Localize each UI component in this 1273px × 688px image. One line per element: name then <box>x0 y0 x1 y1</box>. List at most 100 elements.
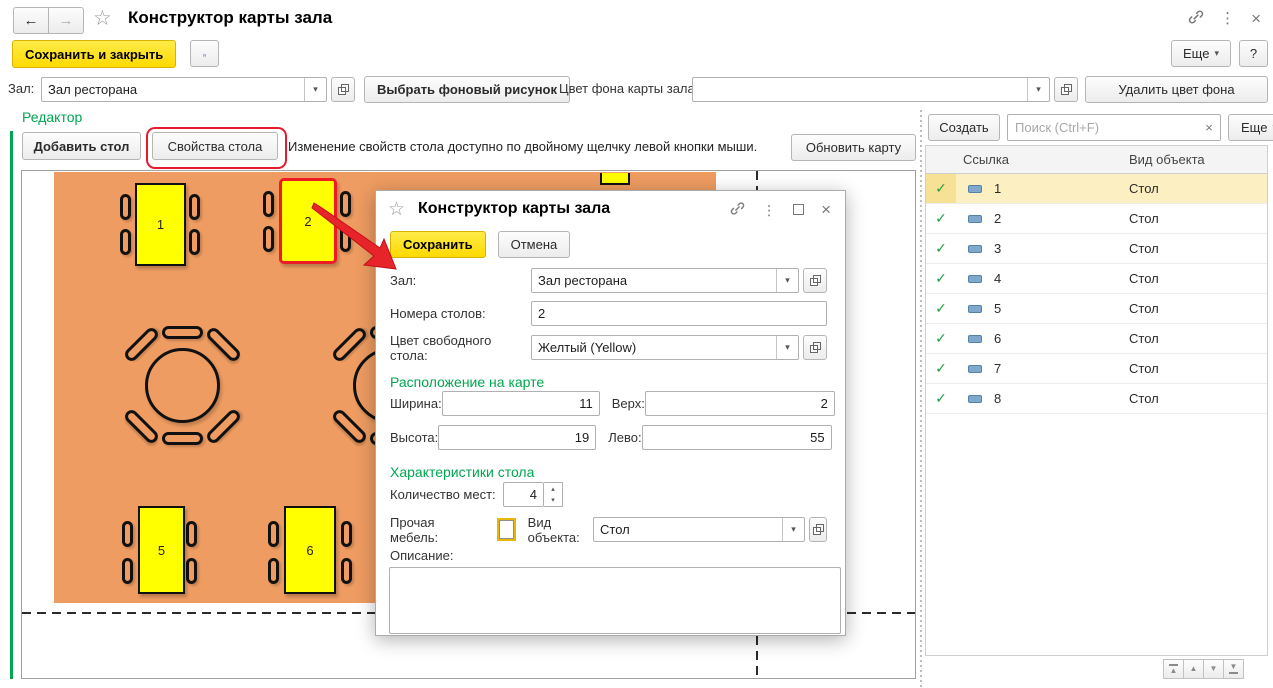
width-input[interactable] <box>443 396 599 411</box>
map-table-6[interactable]: 6 <box>284 506 336 594</box>
create-button[interactable]: Создать <box>928 114 1000 141</box>
favorite-star-icon[interactable]: ☆ <box>388 198 405 221</box>
help-button[interactable]: ? <box>1239 40 1268 67</box>
save-button[interactable] <box>190 40 219 67</box>
row-ref-cell[interactable]: 7 <box>956 354 1121 383</box>
hall-choose-button[interactable] <box>331 77 355 102</box>
row-ref-cell[interactable]: 1 <box>956 174 1121 203</box>
spin-down-icon[interactable]: ▾ <box>544 495 562 507</box>
description-textarea[interactable] <box>389 567 841 634</box>
search-input[interactable] <box>1008 120 1198 135</box>
row-kind-cell[interactable]: Стол <box>1121 324 1267 353</box>
top-input[interactable] <box>646 396 834 411</box>
row-kind-cell[interactable]: Стол <box>1121 174 1267 203</box>
column-header-kind[interactable]: Вид объекта <box>1121 146 1267 173</box>
chevron-down-icon[interactable]: ▾ <box>782 518 804 541</box>
column-header-ref[interactable]: Ссылка <box>956 146 1121 173</box>
add-table-button[interactable]: Добавить стол <box>22 132 141 160</box>
back-button[interactable]: ← <box>13 7 49 34</box>
other-furniture-checkbox[interactable] <box>499 520 513 539</box>
row-ref-cell[interactable]: 2 <box>956 204 1121 233</box>
close-icon[interactable]: × <box>1251 10 1261 27</box>
row-ref-cell[interactable]: 6 <box>956 324 1121 353</box>
height-input[interactable] <box>439 430 595 445</box>
row-kind-cell[interactable]: Стол <box>1121 234 1267 263</box>
favorite-star-icon[interactable]: ☆ <box>93 6 112 31</box>
go-up-button[interactable]: ▲ <box>1184 659 1204 679</box>
bg-color-combobox[interactable]: ▾ <box>692 77 1050 102</box>
dialog-hall-combobox[interactable]: ▾ <box>531 268 799 293</box>
object-kind-choose-button[interactable] <box>809 517 827 542</box>
top-field[interactable] <box>645 391 835 416</box>
row-kind-cell[interactable]: Стол <box>1121 354 1267 383</box>
go-last-button[interactable]: ▼ <box>1224 659 1244 679</box>
close-icon[interactable]: × <box>821 201 831 218</box>
dialog-hall-input[interactable] <box>532 273 776 288</box>
table-row[interactable]: ✓ 3 Стол <box>926 234 1267 264</box>
forward-button[interactable]: → <box>49 7 84 34</box>
seats-count-input[interactable] <box>504 487 543 502</box>
menu-kebab-icon[interactable]: ⋮ <box>762 203 776 217</box>
width-field[interactable] <box>442 391 600 416</box>
table-row[interactable]: ✓ 5 Стол <box>926 294 1267 324</box>
row-ref-cell[interactable]: 8 <box>956 384 1121 413</box>
free-table-color-input[interactable] <box>532 340 776 355</box>
search-box[interactable]: × <box>1007 114 1221 141</box>
dialog-save-button[interactable]: Сохранить <box>390 231 486 258</box>
table-row[interactable]: ✓ 1 Стол <box>926 174 1267 204</box>
select-background-button[interactable]: Выбрать фоновый рисунок <box>364 76 570 103</box>
dialog-hall-choose-button[interactable] <box>803 268 827 293</box>
table-numbers-field[interactable] <box>531 301 827 326</box>
left-input[interactable] <box>643 430 831 445</box>
chevron-down-icon[interactable]: ▾ <box>304 78 326 101</box>
save-and-close-button[interactable]: Сохранить и закрыть <box>12 40 176 68</box>
row-kind-cell[interactable]: Стол <box>1121 294 1267 323</box>
panel-more-button[interactable]: Еще▾ <box>1228 114 1273 141</box>
map-table-1[interactable]: 1 <box>135 183 186 266</box>
go-down-button[interactable]: ▼ <box>1204 659 1224 679</box>
menu-kebab-icon[interactable]: ⋮ <box>1220 11 1235 26</box>
panel-splitter[interactable] <box>920 110 922 688</box>
bg-color-choose-button[interactable] <box>1054 77 1078 102</box>
left-field[interactable] <box>642 425 832 450</box>
chevron-down-icon[interactable]: ▾ <box>776 336 798 359</box>
object-kind-combobox[interactable]: ▾ <box>593 517 805 542</box>
bg-color-input[interactable] <box>693 82 1027 97</box>
hall-input[interactable] <box>42 82 304 97</box>
go-first-button[interactable]: ▲ <box>1163 659 1184 679</box>
hall-combobox[interactable]: ▾ <box>41 77 327 102</box>
maximize-icon[interactable] <box>793 204 804 215</box>
link-icon[interactable] <box>1188 9 1204 28</box>
table-row[interactable]: ✓ 2 Стол <box>926 204 1267 234</box>
chevron-down-icon[interactable]: ▾ <box>1027 78 1049 101</box>
refresh-map-button[interactable]: Обновить карту <box>791 134 916 161</box>
table-row[interactable]: ✓ 6 Стол <box>926 324 1267 354</box>
more-button[interactable]: Еще▾ <box>1171 40 1231 67</box>
map-table-5[interactable]: 5 <box>138 506 185 594</box>
map-table-2-selected[interactable]: 2 <box>279 178 337 264</box>
link-icon[interactable] <box>730 201 745 218</box>
table-numbers-input[interactable] <box>532 306 826 321</box>
map-table-partial[interactable] <box>600 173 630 185</box>
clear-search-icon[interactable]: × <box>1198 120 1220 135</box>
height-field[interactable] <box>438 425 596 450</box>
free-table-color-choose-button[interactable] <box>803 335 827 360</box>
free-table-color-combobox[interactable]: ▾ <box>531 335 799 360</box>
table-row[interactable]: ✓ 7 Стол <box>926 354 1267 384</box>
chevron-down-icon[interactable]: ▾ <box>776 269 798 292</box>
remove-bg-color-button[interactable]: Удалить цвет фона <box>1085 76 1268 103</box>
object-kind-input[interactable] <box>594 522 782 537</box>
round-table-shape[interactable] <box>145 348 220 423</box>
table-properties-button[interactable]: Свойства стола <box>152 132 278 160</box>
row-ref-cell[interactable]: 4 <box>956 264 1121 293</box>
row-ref-cell[interactable]: 3 <box>956 234 1121 263</box>
row-kind-cell[interactable]: Стол <box>1121 264 1267 293</box>
seats-count-field[interactable] <box>503 482 544 507</box>
row-kind-cell[interactable]: Стол <box>1121 384 1267 413</box>
spin-up-icon[interactable]: ▴ <box>544 483 562 495</box>
dialog-cancel-button[interactable]: Отмена <box>498 231 571 258</box>
row-ref-cell[interactable]: 5 <box>956 294 1121 323</box>
table-row[interactable]: ✓ 4 Стол <box>926 264 1267 294</box>
table-row[interactable]: ✓ 8 Стол <box>926 384 1267 414</box>
row-kind-cell[interactable]: Стол <box>1121 204 1267 233</box>
